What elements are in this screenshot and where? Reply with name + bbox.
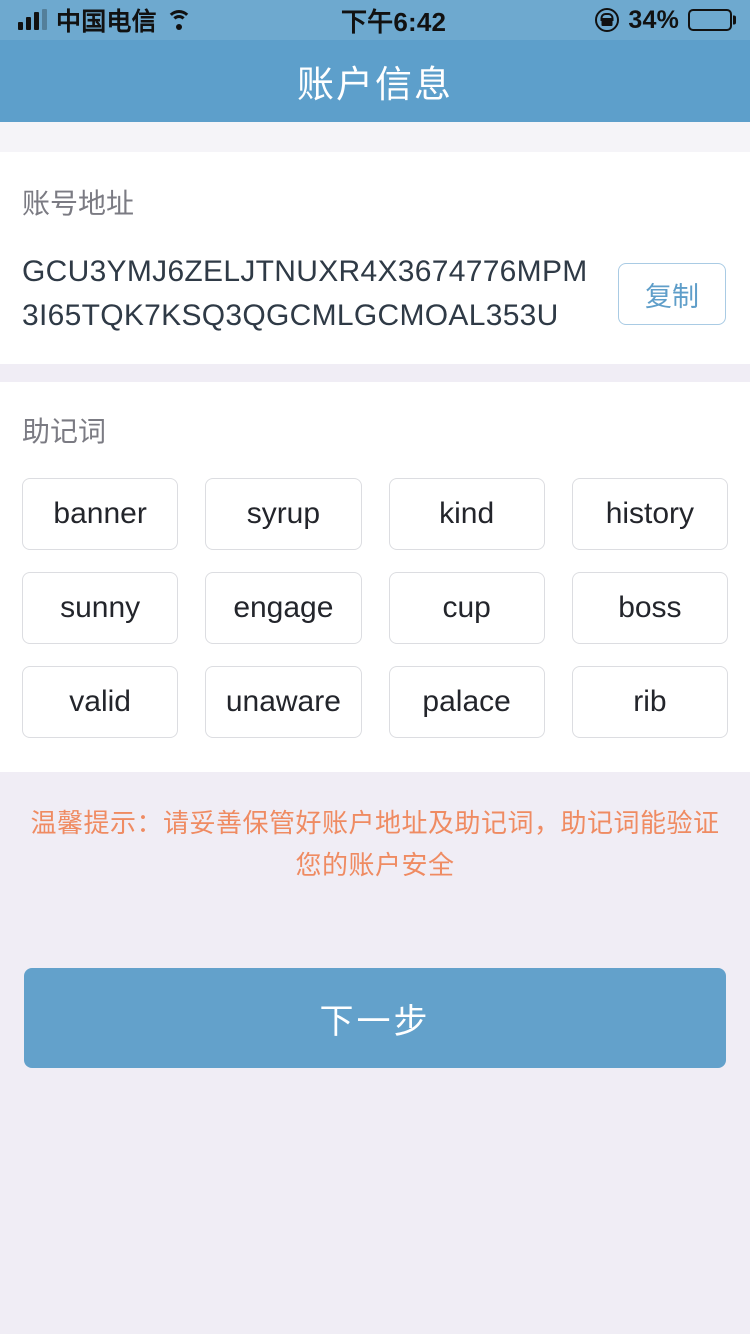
header-gap-band [0,122,750,152]
mnemonic-word-chip[interactable]: engage [205,572,362,644]
mnemonic-word-chip[interactable]: boss [571,572,728,644]
status-bar: 中国电信 下午6:42 34% [0,0,750,40]
rotation-lock-icon [595,8,620,32]
nav-header: 账户信息 [0,40,750,122]
mnemonic-word-chip[interactable]: palace [388,666,545,738]
next-step-button[interactable]: 下一步 [24,968,726,1068]
mnemonic-word-chip[interactable]: cup [388,572,545,644]
next-button-wrap: 下一步 [0,912,750,1068]
status-bar-right: 34% [595,6,732,35]
mnemonic-section: 助记词 banner syrup kind history sunny enga… [0,382,750,772]
mnemonic-label: 助记词 [22,416,107,447]
account-address-value: GCU3YMJ6ZELJTNUXR4X3674776MPM3I65TQK7KSQ… [22,255,588,332]
account-address-label: 账号地址 [22,188,135,219]
mnemonic-word-chip[interactable]: unaware [205,666,362,738]
account-address-card: 账号地址 GCU3YMJ6ZELJTNUXR4X3674776MPM3I65TQ… [0,152,750,364]
status-bar-left: 中国电信 [18,2,192,38]
wifi-icon [165,10,192,30]
mnemonic-word-chip[interactable]: valid [22,666,179,738]
mnemonic-word-chip[interactable]: rib [571,666,728,738]
security-tip-band: 温馨提示：请妥善保管好账户地址及助记词，助记词能验证您的账户安全 [0,772,750,912]
mnemonic-word-chip[interactable]: history [571,478,728,550]
status-bar-clock: 下午6:42 [340,6,447,37]
page-title: 账户信息 [297,64,453,105]
account-address-row: GCU3YMJ6ZELJTNUXR4X3674776MPM3I65TQK7KSQ… [22,250,728,338]
signal-bars-icon [18,9,47,30]
mnemonic-word-grid: banner syrup kind history sunny engage c… [22,478,728,738]
carrier-label: 中国电信 [56,8,157,36]
mnemonic-word-chip[interactable]: banner [22,478,179,550]
mnemonic-word-chip[interactable]: kind [388,478,545,550]
security-tip-text: 温馨提示：请妥善保管好账户地址及助记词，助记词能验证您的账户安全 [30,808,720,880]
mnemonic-word-chip[interactable]: syrup [205,478,362,550]
app-screen: 中国电信 下午6:42 34% 账户信息 账号地址 GCU3YMJ6ZELJTN… [0,0,750,1334]
mnemonic-word-chip[interactable]: sunny [22,572,179,644]
copy-address-button[interactable]: 复制 [618,263,726,325]
battery-icon [688,9,732,31]
battery-percent-label: 34% [628,5,679,34]
